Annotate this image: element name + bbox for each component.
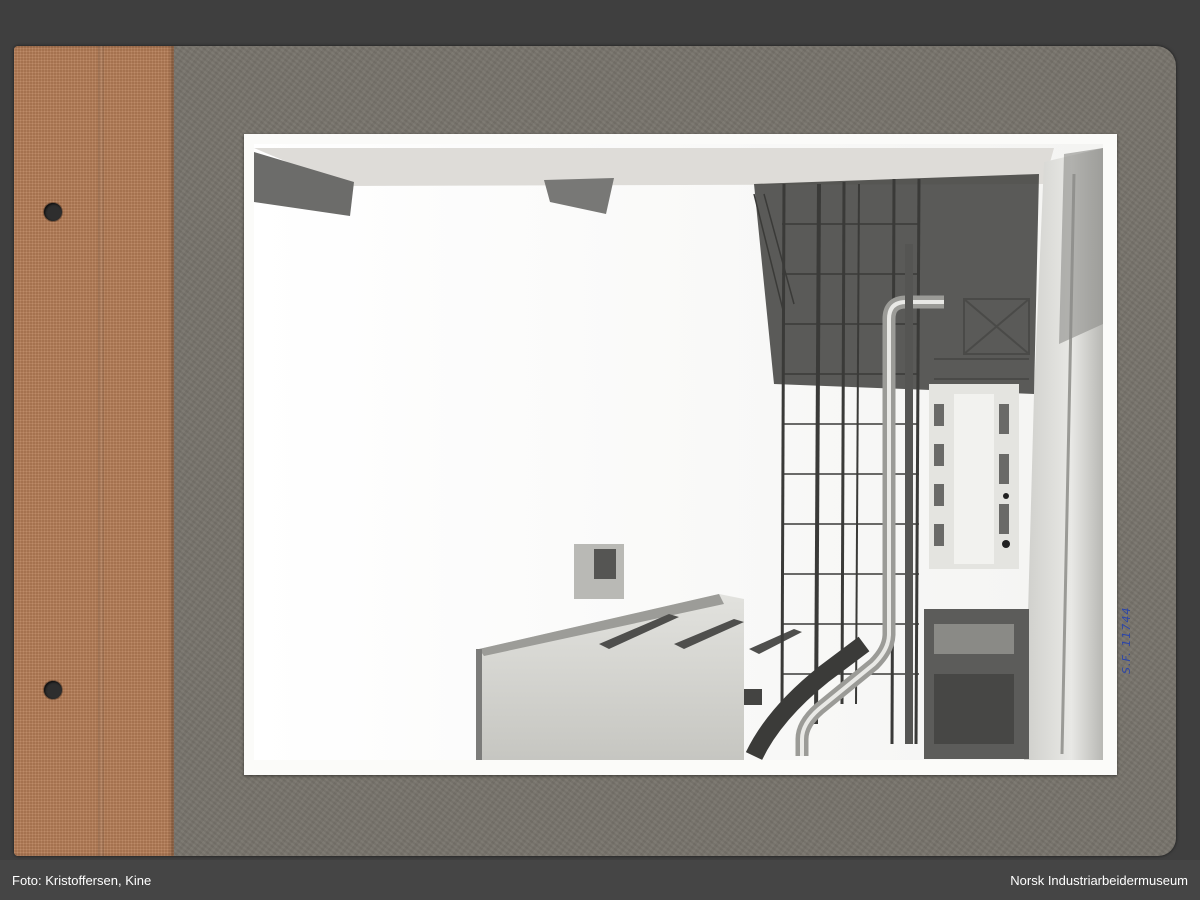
building-window [744, 689, 762, 705]
equipment-bay [934, 674, 1014, 744]
photo-mount: S.F. 11744 [244, 134, 1133, 775]
punch-hole-icon [44, 681, 62, 699]
caption-bar: Foto: Kristoffersen, Kine Norsk Industri… [0, 860, 1200, 900]
viewer-background: S.F. 11744 [0, 0, 1200, 860]
album-page: S.F. 11744 [14, 46, 1176, 856]
machinery-shadow [754, 174, 1039, 394]
worker-figure [1002, 540, 1010, 548]
wall-shadow [1059, 148, 1103, 344]
photo-credit: Foto: Kristoffersen, Kine [12, 873, 152, 888]
binding-seam [98, 46, 104, 856]
punch-hole-icon [44, 203, 62, 221]
roof-window [594, 549, 616, 579]
industrial-building-photo [254, 144, 1103, 760]
catalog-number: S.F. 11744 [1120, 606, 1133, 674]
museum-name: Norsk Industriarbeidermuseum [1010, 873, 1188, 888]
worker-figure [1003, 493, 1009, 499]
building-corner [476, 649, 482, 760]
album-binding-strip [14, 46, 174, 856]
background-building-face [954, 394, 994, 564]
equipment-panel [934, 624, 1014, 654]
